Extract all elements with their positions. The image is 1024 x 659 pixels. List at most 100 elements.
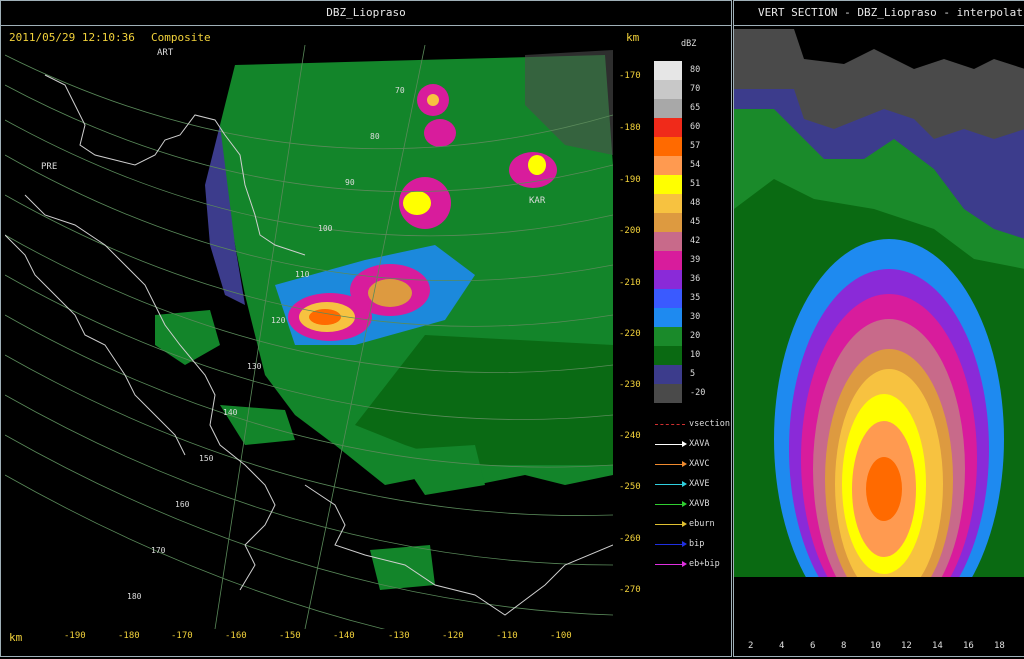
colorbar-label: 57 (690, 141, 701, 151)
colorbar-swatch (654, 156, 682, 175)
colorbar-label: -20 (690, 388, 706, 398)
x-tick: -180 (118, 631, 140, 641)
colorbar-swatch (654, 194, 682, 213)
overlay-line (655, 444, 685, 445)
svg-text:160: 160 (175, 500, 190, 509)
colorbar-swatch (654, 289, 682, 308)
y-tick: -240 (619, 431, 641, 441)
radar-map[interactable]: ART PRE KAR 70 80 90 100 110 120 130 140… (5, 45, 613, 629)
x-tick: 10 (870, 641, 881, 651)
colorbar-swatch (654, 213, 682, 232)
overlay-line (655, 424, 685, 425)
overlay-label: XAVB (689, 499, 710, 509)
colorbar-label: 80 (690, 65, 701, 75)
colorbar-label: 36 (690, 274, 701, 284)
colorbar-label: 54 (690, 160, 701, 170)
colorbar-swatch (654, 346, 682, 365)
overlay-label: eb+bip (689, 559, 720, 569)
y-tick: -210 (619, 278, 641, 288)
colorbar-swatch (654, 251, 682, 270)
y-tick: -220 (619, 329, 641, 339)
vertical-section-plot[interactable] (734, 29, 1024, 607)
product-mode: Composite (151, 31, 211, 44)
radar-map-panel: DBZ_Liopraso 2011/05/29 12:10:36 Composi… (0, 0, 732, 657)
overlay-line (655, 564, 685, 565)
storm-cell-2 (350, 264, 430, 316)
x-tick: -140 (333, 631, 355, 641)
colorbar-swatch (654, 80, 682, 99)
colorbar-label: 48 (690, 198, 701, 208)
colorbar-label: 42 (690, 236, 701, 246)
colorbar-swatch (654, 270, 682, 289)
x-tick: -130 (388, 631, 410, 641)
y-tick: -270 (619, 585, 641, 595)
overlay-line (655, 544, 685, 545)
y-tick: -200 (619, 226, 641, 236)
colorbar-label: 30 (690, 312, 701, 322)
colorbar-label: 39 (690, 255, 701, 265)
colorbar-label: 20 (690, 331, 701, 341)
colorbar-label: 10 (690, 350, 701, 360)
colorbar-swatch (654, 308, 682, 327)
svg-text:ART: ART (157, 48, 174, 58)
x-tick: -160 (225, 631, 247, 641)
svg-text:180: 180 (127, 592, 142, 601)
overlay-arrowhead (682, 501, 687, 507)
svg-text:KAR: KAR (529, 196, 546, 206)
colorbar-swatch (654, 232, 682, 251)
svg-text:90: 90 (345, 178, 355, 187)
svg-text:120: 120 (271, 316, 286, 325)
storm-cell-3 (399, 177, 451, 229)
vertical-section-title: VERT SECTION - DBZ_Liopraso - interpolat (734, 1, 1024, 26)
x-tick: -170 (171, 631, 193, 641)
colorbar-swatch (654, 118, 682, 137)
x-tick: -150 (279, 631, 301, 641)
colorbar: dBZ 80 70 65 60 57 54 51 48 45 42 39 36 35 30 20 10 5 -20… (649, 35, 730, 625)
x-tick: -110 (496, 631, 518, 641)
overlay-line (655, 504, 685, 505)
y-tick: -250 (619, 482, 641, 492)
y-tick: -180 (619, 123, 641, 133)
svg-text:170: 170 (151, 546, 166, 555)
overlay-label: vsection (689, 419, 730, 429)
overlay-legend: vsection XAVA XAVC XAVE XAVB eburn bip eb+bip (649, 418, 730, 578)
colorbar-unit: dBZ (681, 39, 697, 49)
x-tick: 2 (748, 641, 754, 651)
overlay-arrowhead (682, 441, 687, 447)
overlay-label: XAVC (689, 459, 710, 469)
overlay-line (655, 524, 685, 525)
colorbar-swatch (654, 365, 682, 384)
y-tick: -190 (619, 175, 641, 185)
svg-text:140: 140 (223, 408, 238, 417)
overlay-line (655, 484, 685, 485)
colorbar-label: 45 (690, 217, 701, 227)
overlay-arrowhead (682, 481, 687, 487)
x-tick: 8 (841, 641, 847, 651)
x-tick: 18 (994, 641, 1005, 651)
y-tick: -260 (619, 534, 641, 544)
x-tick: 4 (779, 641, 785, 651)
svg-text:PRE: PRE (41, 162, 57, 172)
colorbar-label: 51 (690, 179, 701, 189)
colorbar-label: 70 (690, 84, 701, 94)
overlay-arrowhead (682, 461, 687, 467)
x-tick: 6 (810, 641, 816, 651)
vertical-section-panel: VERT SECTION - DBZ_Liopraso - interpolat… (733, 0, 1024, 657)
x-tick: -190 (64, 631, 86, 641)
x-tick: 14 (932, 641, 943, 651)
svg-text:130: 130 (247, 362, 262, 371)
y-tick: -170 (619, 71, 641, 81)
x-tick: 16 (963, 641, 974, 651)
overlay-arrowhead (682, 541, 687, 547)
overlay-line (655, 464, 685, 465)
colorbar-swatch (654, 137, 682, 156)
overlay-arrowhead (682, 521, 687, 527)
colorbar-label: 65 (690, 103, 701, 113)
x-axis-unit: km (9, 631, 23, 644)
radar-map-title: DBZ_Liopraso (1, 1, 731, 26)
overlay-label: XAVA (689, 439, 710, 449)
timestamp: 2011/05/29 12:10:36 (9, 31, 135, 44)
storm-cell-kar (509, 152, 557, 188)
y-axis-unit: km (626, 31, 640, 44)
x-tick: 12 (901, 641, 912, 651)
